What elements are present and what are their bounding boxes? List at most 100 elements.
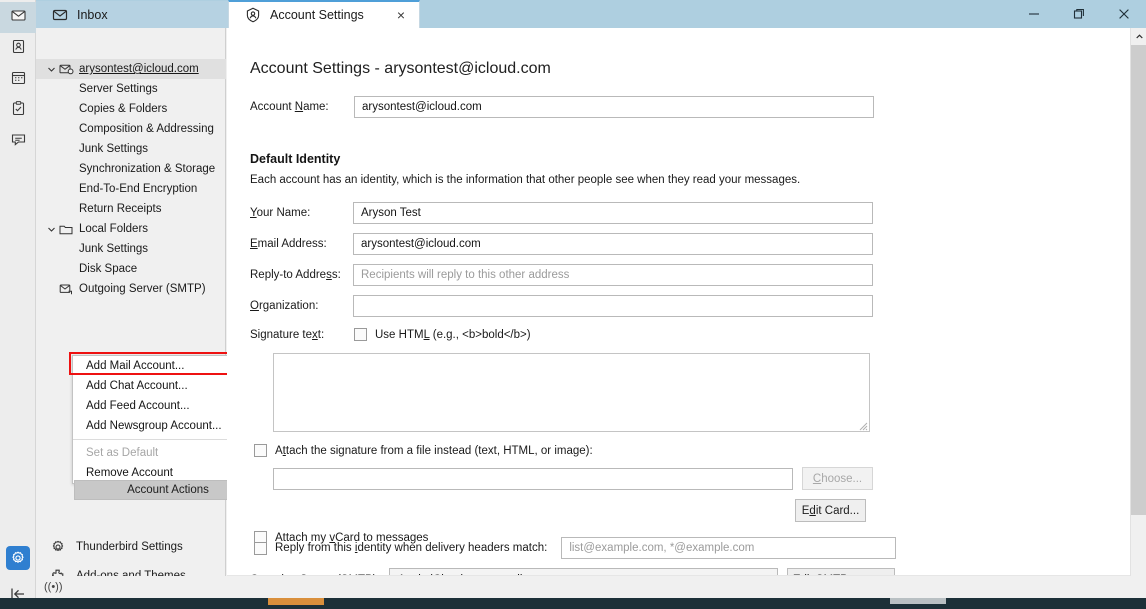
organization-input[interactable]	[353, 295, 873, 317]
taskbar-item-orange	[268, 598, 324, 605]
smtp-icon	[58, 283, 74, 296]
your-name-label: Your Name:	[250, 207, 311, 219]
rail-tasks-button[interactable]	[0, 95, 36, 126]
signature-file-path-input[interactable]	[273, 467, 793, 490]
tasks-icon	[10, 100, 27, 122]
connection-indicator: ((•))	[44, 581, 63, 593]
tree-item-local-junk-settings[interactable]: Junk Settings	[36, 239, 226, 259]
tree-item-account[interactable]: arysontest@icloud.com	[36, 59, 226, 79]
mail-icon	[10, 7, 27, 29]
close-button[interactable]	[1101, 0, 1146, 28]
tree-item-local-folders-label: Local Folders	[79, 223, 149, 235]
tab-account-settings-label: Account Settings	[270, 8, 364, 22]
organization-row: Organization:	[250, 295, 873, 317]
settings-main-pane: Account Settings - arysontest@icloud.com…	[227, 28, 1130, 594]
tree-item-composition-addressing-label: Composition & Addressing	[79, 123, 214, 135]
window-controls	[1011, 0, 1146, 28]
tree-item-copies-folders-label: Copies & Folders	[79, 103, 168, 115]
maximize-restore-button[interactable]	[1056, 0, 1101, 28]
menu-item-set-as-default-label: Set as Default	[86, 447, 159, 459]
account-name-label: Account Name:	[250, 101, 329, 113]
vertical-scrollbar[interactable]	[1130, 28, 1146, 594]
tree-item-outgoing-server[interactable]: Outgoing Server (SMTP)	[36, 279, 226, 299]
email-address-label: Email Address:	[250, 238, 327, 250]
use-html-checkbox[interactable]	[354, 328, 367, 341]
rail-address-book-button[interactable]	[0, 33, 36, 64]
edit-card-button[interactable]: Ed it Card...	[795, 499, 866, 522]
choose-button: Choose...	[802, 467, 873, 490]
inbox-icon	[52, 7, 68, 23]
chevron-down-icon[interactable]	[44, 65, 58, 74]
tree-item-end-to-end-encryption[interactable]: End-To-End Encryption	[36, 179, 226, 199]
reply-identity-checkbox[interactable]	[254, 541, 267, 555]
close-icon[interactable]: ×	[373, 8, 405, 22]
minimize-button[interactable]	[1011, 0, 1056, 28]
tree-item-server-settings[interactable]: Server Settings	[36, 79, 226, 99]
rail-mail-button[interactable]	[0, 2, 36, 33]
tree-item-return-receipts-label: Return Receipts	[79, 203, 162, 215]
tree-item-outgoing-server-label: Outgoing Server (SMTP)	[79, 283, 206, 295]
organization-label: Organization:	[250, 300, 319, 312]
account-settings-icon	[245, 7, 261, 23]
default-identity-heading: Default Identity	[250, 152, 341, 166]
sidebar-item-thunderbird-settings-label: Thunderbird Settings	[76, 540, 183, 553]
status-bar: ((•))	[36, 576, 1146, 598]
tab-inbox[interactable]: Inbox	[36, 1, 228, 28]
tree-item-server-settings-label: Server Settings	[79, 83, 158, 95]
account-name-row: Account Name: arysontest@icloud.com	[250, 96, 874, 118]
page-title: Account Settings - arysontest@icloud.com	[250, 60, 551, 77]
email-address-row: Email Address: arysontest@icloud.com	[250, 233, 873, 255]
gear-icon	[50, 539, 66, 555]
chat-icon	[10, 131, 27, 153]
menu-item-add-mail-account-label: Add Mail Account...	[86, 360, 185, 372]
scrollbar-thumb[interactable]	[1131, 45, 1146, 515]
attach-signature-file-checkbox[interactable]	[254, 444, 267, 457]
menu-item-remove-account-label: Remove Account	[86, 467, 173, 479]
reply-to-address-input[interactable]: Recipients will reply to this other addr…	[353, 264, 873, 286]
settings-sidebar: arysontest@icloud.com Server Settings Co…	[36, 28, 271, 594]
your-name-row: Your Name: Aryson Test	[250, 202, 873, 224]
sidebar-item-thunderbird-settings[interactable]: Thunderbird Settings	[36, 532, 226, 561]
tree-item-end-to-end-encryption-label: End-To-End Encryption	[79, 183, 198, 195]
tree-item-synchronization-storage[interactable]: Synchronization & Storage	[36, 159, 226, 179]
signature-text-row: Signature text: Use HTML (e.g., <b>bold<…	[250, 328, 531, 341]
email-address-input[interactable]: arysontest@icloud.com	[353, 233, 873, 255]
rail-calendar-button[interactable]	[0, 64, 36, 95]
tree-item-return-receipts[interactable]: Return Receipts	[36, 199, 226, 219]
tree-item-copies-folders[interactable]: Copies & Folders	[36, 99, 226, 119]
signature-file-path-row: Choose...	[273, 467, 873, 490]
chevron-down-icon[interactable]	[44, 225, 58, 234]
tab-strip: Inbox Account Settings ×	[36, 0, 420, 28]
menu-item-add-newsgroup-account-label: Add Newsgroup Account...	[86, 420, 222, 432]
scroll-up-button[interactable]	[1131, 28, 1146, 45]
tab-account-settings[interactable]: Account Settings ×	[228, 0, 420, 28]
os-taskbar	[0, 598, 1146, 609]
menu-item-add-chat-account-label: Add Chat Account...	[86, 380, 188, 392]
tree-item-junk-settings[interactable]: Junk Settings	[36, 139, 226, 159]
rail-top-group	[0, 2, 36, 157]
thunderbird-window: Inbox Account Settings × arysontest@iclo…	[0, 0, 1146, 609]
tree-item-account-label: arysontest@icloud.com	[79, 63, 199, 75]
tree-item-local-folders[interactable]: Local Folders	[36, 219, 226, 239]
tree-item-local-junk-settings-label: Junk Settings	[79, 243, 149, 255]
icon-rail	[0, 0, 36, 609]
tree-item-composition-addressing[interactable]: Composition & Addressing	[36, 119, 226, 139]
use-html-label: Use HTML (e.g., <b>bold</b>)	[375, 328, 531, 341]
attach-signature-file-row: Attach the signature from a file instead…	[254, 444, 593, 457]
attach-signature-file-label: Attach the signature from a file instead…	[275, 444, 593, 457]
title-bar: Inbox Account Settings ×	[0, 0, 1146, 28]
rail-chat-button[interactable]	[0, 126, 36, 157]
folder-icon	[58, 223, 74, 236]
menu-item-add-feed-account-label: Add Feed Account...	[86, 400, 190, 412]
reply-identity-row: Reply from this identity when delivery h…	[254, 537, 897, 559]
tab-inbox-label: Inbox	[77, 7, 108, 22]
calendar-icon	[10, 69, 27, 91]
tree-item-junk-settings-label: Junk Settings	[79, 143, 149, 155]
reply-identity-input[interactable]: list@example.com, *@example.com	[561, 537, 897, 559]
tree-item-disk-space[interactable]: Disk Space	[36, 259, 226, 279]
settings-gear-icon[interactable]	[6, 546, 30, 570]
your-name-input[interactable]: Aryson Test	[353, 202, 873, 224]
account-name-input[interactable]: arysontest@icloud.com	[354, 96, 874, 118]
signature-textarea[interactable]	[273, 353, 870, 432]
resize-grip-icon[interactable]	[856, 418, 868, 431]
